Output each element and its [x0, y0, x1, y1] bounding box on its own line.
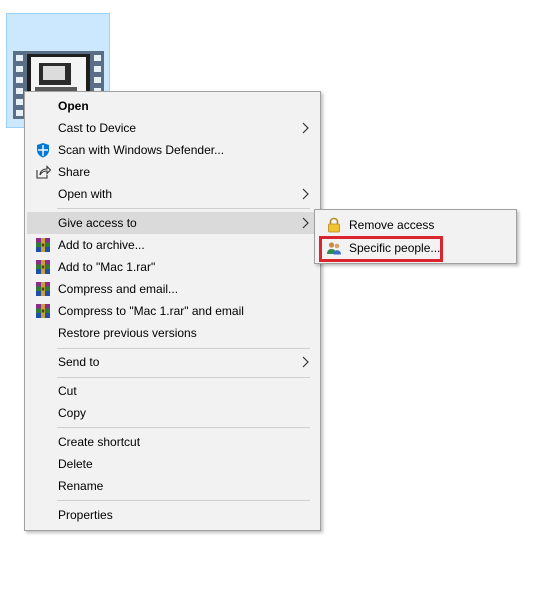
menu-item-delete[interactable]: Delete — [27, 453, 318, 475]
menu-item-label: Give access to — [58, 216, 137, 230]
menu-item-send-to[interactable]: Send to — [27, 351, 318, 373]
menu-item-copy[interactable]: Copy — [27, 402, 318, 424]
menu-separator — [57, 427, 310, 428]
menu-item-label: Compress to "Mac 1.rar" and email — [58, 304, 244, 318]
chevron-right-icon — [302, 188, 309, 200]
menu-item-label: Share — [58, 165, 91, 179]
context-menu: Open Cast to Device Scan with Windows De… — [24, 91, 321, 531]
winrar-icon — [36, 238, 50, 252]
menu-item-give-access-to[interactable]: Give access to — [27, 212, 318, 234]
menu-item-label: Create shortcut — [58, 435, 141, 449]
menu-separator — [57, 208, 310, 209]
menu-item-label: Open — [58, 99, 89, 113]
winrar-icon — [36, 282, 50, 296]
menu-separator — [57, 348, 310, 349]
menu-item-create-shortcut[interactable]: Create shortcut — [27, 431, 318, 453]
menu-item-open[interactable]: Open — [27, 95, 318, 117]
menu-item-label: Cast to Device — [58, 121, 137, 135]
menu-item-label: Rename — [58, 479, 104, 493]
chevron-right-icon — [302, 217, 309, 229]
share-icon — [36, 165, 51, 179]
menu-item-cut[interactable]: Cut — [27, 380, 318, 402]
annotation-highlight-box — [319, 236, 443, 262]
menu-item-label: Copy — [58, 406, 87, 420]
submenu-item-label: Remove access — [349, 218, 435, 232]
menu-item-restore-previous-versions[interactable]: Restore previous versions — [27, 322, 318, 344]
menu-item-open-with[interactable]: Open with — [27, 183, 318, 205]
menu-item-add-to-mac-rar[interactable]: Add to "Mac 1.rar" — [27, 256, 318, 278]
menu-item-compress-and-email[interactable]: Compress and email... — [27, 278, 318, 300]
menu-item-add-to-archive[interactable]: Add to archive... — [27, 234, 318, 256]
windows-defender-icon — [37, 143, 49, 158]
menu-item-label: Restore previous versions — [58, 326, 197, 340]
chevron-right-icon — [302, 356, 309, 368]
menu-item-label: Add to archive... — [58, 238, 145, 252]
menu-item-scan-defender[interactable]: Scan with Windows Defender... — [27, 139, 318, 161]
menu-item-label: Delete — [58, 457, 93, 471]
menu-item-share[interactable]: Share — [27, 161, 318, 183]
chevron-right-icon — [302, 122, 309, 134]
menu-item-label: Properties — [58, 508, 113, 522]
submenu-item-remove-access[interactable]: Remove access — [317, 214, 514, 236]
menu-item-compress-to-mac-rar-email[interactable]: Compress to "Mac 1.rar" and email — [27, 300, 318, 322]
menu-separator — [57, 377, 310, 378]
winrar-icon — [36, 304, 50, 318]
menu-item-label: Scan with Windows Defender... — [58, 143, 225, 157]
menu-item-label: Cut — [58, 384, 77, 398]
menu-item-label: Open with — [58, 187, 113, 201]
menu-separator — [57, 500, 310, 501]
lock-icon — [328, 217, 340, 233]
menu-item-rename[interactable]: Rename — [27, 475, 318, 497]
menu-item-cast-to-device[interactable]: Cast to Device — [27, 117, 318, 139]
winrar-icon — [36, 260, 50, 274]
menu-item-label: Add to "Mac 1.rar" — [58, 260, 156, 274]
menu-item-label: Send to — [58, 355, 100, 369]
menu-item-label: Compress and email... — [58, 282, 179, 296]
menu-item-properties[interactable]: Properties — [27, 504, 318, 526]
